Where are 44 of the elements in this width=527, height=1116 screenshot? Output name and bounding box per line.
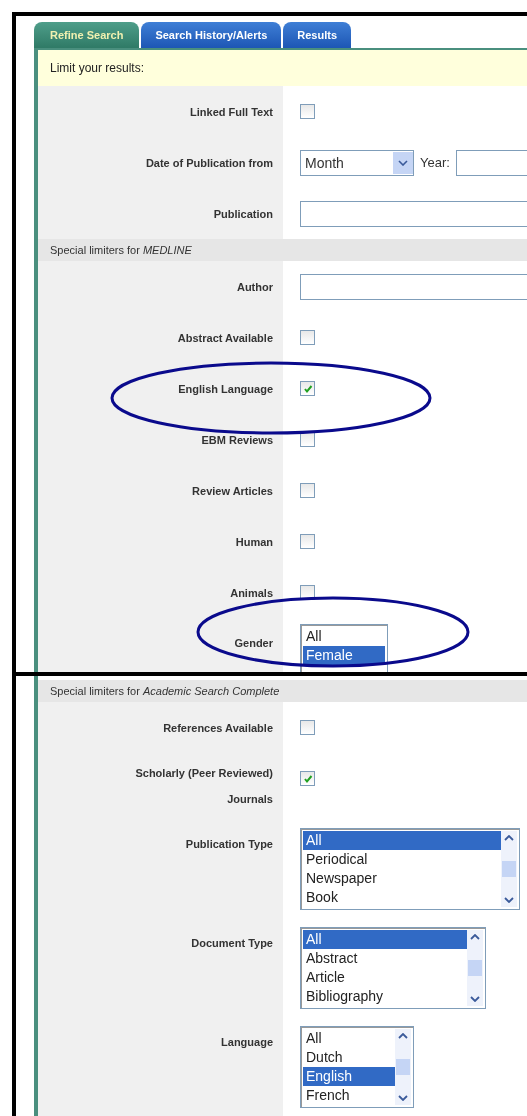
checkbox[interactable] xyxy=(300,381,315,396)
field-label: Publication xyxy=(213,207,273,220)
month-dropdown[interactable]: Month xyxy=(300,149,414,176)
listbox[interactable]: All Periodical Newspaper Book xyxy=(300,828,520,910)
tab[interactable]: Results xyxy=(283,22,351,48)
text-field[interactable] xyxy=(300,273,527,300)
field-label: Language xyxy=(221,1036,273,1048)
checkmark-icon xyxy=(302,383,313,394)
field-label: Author xyxy=(236,280,273,293)
field-label: Animals xyxy=(230,586,273,599)
checkbox[interactable] xyxy=(300,104,315,119)
field-label: Gender xyxy=(234,637,273,649)
scrollbar-thumb[interactable] xyxy=(396,1059,410,1075)
year-label: Year: xyxy=(420,155,450,170)
field-label: English Language xyxy=(178,382,273,395)
tab[interactable]: Search History/Alerts xyxy=(141,22,282,48)
field-label: Abstract Available xyxy=(177,331,273,344)
checkmark-icon xyxy=(302,773,313,784)
listbox[interactable]: All Female xyxy=(300,624,388,672)
field-label: Date of Publication from xyxy=(145,156,273,169)
checkbox[interactable] xyxy=(300,330,315,345)
listbox[interactable]: All Abstract Article Bibliography xyxy=(300,927,486,1009)
section-header: Special limiters for MEDLINE xyxy=(38,239,527,261)
checkbox[interactable] xyxy=(300,720,315,735)
scrollbar-thumb[interactable] xyxy=(468,960,482,976)
checkbox[interactable] xyxy=(300,771,315,786)
field-label: Human xyxy=(235,535,273,548)
field-label: Linked Full Text xyxy=(190,105,273,118)
field-label: Publication Type xyxy=(185,838,273,850)
checkbox[interactable] xyxy=(300,534,315,549)
field-label: EBM Reviews xyxy=(201,433,273,446)
scrollbar[interactable] xyxy=(467,930,483,1006)
field-label: Scholarly (Peer Reviewed) Journals xyxy=(134,766,273,807)
scrollbar[interactable] xyxy=(395,1029,411,1105)
field-label: Review Articles xyxy=(192,484,273,497)
limit-banner: Limit your results: xyxy=(38,50,527,86)
section-header: Special limiters for Academic Search Complete xyxy=(38,680,527,702)
field-label: Document Type xyxy=(191,937,273,949)
scrollbar[interactable] xyxy=(501,831,517,907)
scrollbar-thumb[interactable] xyxy=(502,861,516,877)
checkbox[interactable] xyxy=(300,483,315,498)
field-label: References Available xyxy=(163,721,273,734)
listbox[interactable]: All Dutch English French xyxy=(300,1026,414,1108)
text-field[interactable] xyxy=(300,200,527,227)
